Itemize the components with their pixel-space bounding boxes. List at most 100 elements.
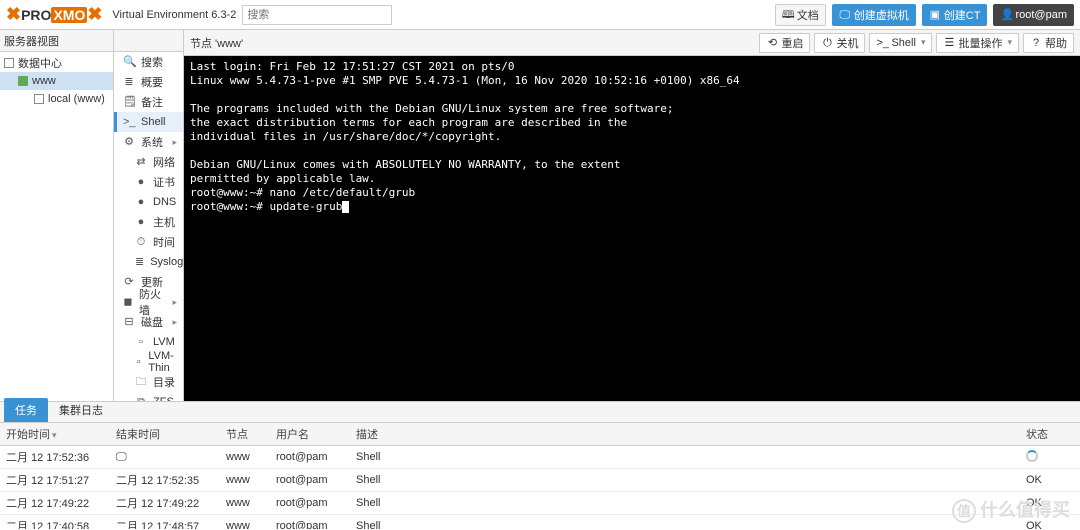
- menu-label: LVM: [153, 336, 175, 348]
- menu-icon: ⧉: [135, 396, 147, 401]
- menu-label: LVM-Thin: [148, 350, 177, 374]
- menu-label: Syslog: [150, 256, 183, 268]
- col-status[interactable]: 状态: [1020, 423, 1080, 446]
- menu-icon: ●: [135, 216, 147, 228]
- shell-dropdown-button[interactable]: >_Shell: [869, 33, 932, 53]
- menu-item-syslog[interactable]: ≣Syslog: [114, 252, 183, 272]
- menu-label: 搜索: [141, 54, 163, 70]
- content-title: 节点 'www': [190, 35, 755, 51]
- col-description[interactable]: 描述: [350, 423, 1020, 446]
- main-area: 服务器视图 数据中心 www local (www) 🔍搜索≣概要🗒备注>_Sh…: [0, 30, 1080, 401]
- task-row[interactable]: 二月 12 17:51:27二月 12 17:52:35wwwroot@pamS…: [0, 469, 1080, 492]
- col-end-time[interactable]: 结束时间: [110, 423, 220, 446]
- shutdown-button[interactable]: ⏻关机: [814, 33, 865, 53]
- menu-label: 时间: [153, 234, 175, 250]
- menu-label: 目录: [153, 374, 175, 390]
- task-row[interactable]: 二月 12 17:40:58二月 12 17:48:57wwwroot@pamS…: [0, 515, 1080, 530]
- logo-x-icon: ✖: [6, 4, 21, 25]
- shell-terminal[interactable]: Last login: Fri Feb 12 17:51:27 CST 2021…: [184, 56, 1080, 401]
- menu-label: 概要: [141, 74, 163, 90]
- monitor-icon: 🖵: [839, 9, 851, 21]
- menu-item-证书[interactable]: ●证书: [114, 172, 183, 192]
- menu-item-lvm[interactable]: ▫LVM: [114, 332, 183, 352]
- bottom-tabs: 任务 集群日志: [0, 401, 1080, 423]
- menu-label: Shell: [141, 116, 165, 128]
- menu-item-防火墙[interactable]: ◼防火墙▸: [114, 292, 183, 312]
- col-user[interactable]: 用户名: [270, 423, 350, 446]
- tab-cluster-log[interactable]: 集群日志: [48, 398, 114, 422]
- menu-item-备注[interactable]: 🗒 备注: [114, 92, 183, 112]
- tree-datacenter[interactable]: 数据中心: [0, 54, 113, 72]
- storage-icon: [34, 94, 44, 104]
- menu-item-时间[interactable]: ⏱ 时间: [114, 232, 183, 252]
- col-node[interactable]: 节点: [220, 423, 270, 446]
- node-menu-panel: 🔍搜索≣概要🗒备注>_Shell⚙系统▸⇄网络●证书●DNS●主机⏱时间≣Sys…: [114, 30, 184, 401]
- menu-item-系统[interactable]: ⚙系统▸: [114, 132, 183, 152]
- menu-item-概要[interactable]: ≣ 概要: [114, 72, 183, 92]
- help-button[interactable]: ?帮助: [1023, 33, 1074, 53]
- menu-item-磁盘[interactable]: ⊟ 磁盘 ▸: [114, 312, 183, 332]
- docs-button[interactable]: 🕮文档: [775, 4, 826, 26]
- version-label: Virtual Environment 6.3-2: [112, 9, 236, 21]
- server-icon: [18, 76, 28, 86]
- menu-label: 网络: [153, 154, 175, 170]
- content-toolbar: 节点 'www' ⟲重启 ⏻关机 >_Shell ☰批量操作 ?帮助: [184, 30, 1080, 56]
- col-start-time[interactable]: 开始时间: [0, 423, 110, 446]
- bulk-actions-button[interactable]: ☰批量操作: [936, 33, 1019, 53]
- menu-icon: 🗒: [123, 96, 135, 108]
- logo: ✖ PROXMO✖: [6, 4, 102, 25]
- task-row[interactable]: 二月 12 17:52:36🖵wwwroot@pamShell: [0, 446, 1080, 469]
- restart-button[interactable]: ⟲重启: [759, 33, 810, 53]
- menu-icon: ⏱: [135, 236, 147, 248]
- chevron-right-icon: ▸: [172, 137, 177, 148]
- node-menu-header: [114, 30, 183, 52]
- view-selector[interactable]: 服务器视图: [0, 30, 113, 52]
- refresh-icon: ⟲: [766, 37, 778, 49]
- top-toolbar: ✖ PROXMO✖ Virtual Environment 6.3-2 🕮文档 …: [0, 0, 1080, 30]
- resource-tree: 数据中心 www local (www): [0, 52, 113, 401]
- menu-item-lvm-thin[interactable]: ▫LVM-Thin: [114, 352, 183, 372]
- global-search-input[interactable]: [242, 5, 392, 25]
- menu-icon: 🔍: [123, 56, 135, 68]
- menu-label: 主机: [153, 214, 175, 230]
- cube-icon: ▣: [929, 9, 941, 21]
- user-icon: 👤: [1000, 9, 1012, 21]
- datacenter-icon: [4, 58, 14, 68]
- menu-icon: ⇄: [135, 156, 147, 168]
- menu-item-dns[interactable]: ●DNS: [114, 192, 183, 212]
- terminal-icon: >_: [876, 37, 888, 49]
- menu-icon: ◼: [123, 296, 133, 308]
- menu-label: ZFS: [153, 396, 174, 401]
- menu-icon: ⊟: [123, 316, 135, 328]
- menu-item-搜索[interactable]: 🔍 搜索: [114, 52, 183, 72]
- menu-icon: ⚙: [123, 136, 135, 148]
- menu-icon: ●: [135, 176, 147, 188]
- menu-icon: ●: [135, 196, 147, 208]
- menu-label: 备注: [141, 94, 163, 110]
- menu-icon: 🗀: [135, 376, 147, 388]
- menu-item-网络[interactable]: ⇄ 网络: [114, 152, 183, 172]
- task-log-panel: 开始时间 结束时间 节点 用户名 描述 状态 二月 12 17:52:36🖵ww…: [0, 423, 1080, 529]
- menu-item-shell[interactable]: >_Shell: [114, 112, 183, 132]
- spinner-icon: [1026, 450, 1038, 462]
- chevron-right-icon: ▸: [172, 297, 177, 308]
- create-vm-button[interactable]: 🖵创建虚拟机: [832, 4, 916, 26]
- resource-tree-panel: 服务器视图 数据中心 www local (www): [0, 30, 114, 401]
- list-icon: ☰: [943, 37, 955, 49]
- task-row[interactable]: 二月 12 17:49:22二月 12 17:49:22wwwroot@pamS…: [0, 492, 1080, 515]
- menu-item-主机[interactable]: ● 主机: [114, 212, 183, 232]
- menu-item-目录[interactable]: 🗀 目录: [114, 372, 183, 392]
- help-icon: ?: [1030, 37, 1042, 49]
- tree-storage-local[interactable]: local (www): [0, 90, 113, 108]
- menu-icon: ≣: [123, 76, 135, 88]
- create-ct-button[interactable]: ▣创建CT: [922, 4, 988, 26]
- chevron-right-icon: ▸: [172, 317, 177, 328]
- node-menu: 🔍搜索≣概要🗒备注>_Shell⚙系统▸⇄网络●证书●DNS●主机⏱时间≣Sys…: [114, 52, 183, 401]
- tree-node-www[interactable]: www: [0, 72, 113, 90]
- menu-item-zfs[interactable]: ⧉ ZFS: [114, 392, 183, 401]
- book-icon: 🕮: [782, 9, 794, 21]
- user-menu-button[interactable]: 👤root@pam: [993, 4, 1074, 26]
- menu-label: 磁盘: [141, 314, 163, 330]
- tab-tasks[interactable]: 任务: [4, 398, 48, 422]
- menu-icon: ⟳: [123, 276, 135, 288]
